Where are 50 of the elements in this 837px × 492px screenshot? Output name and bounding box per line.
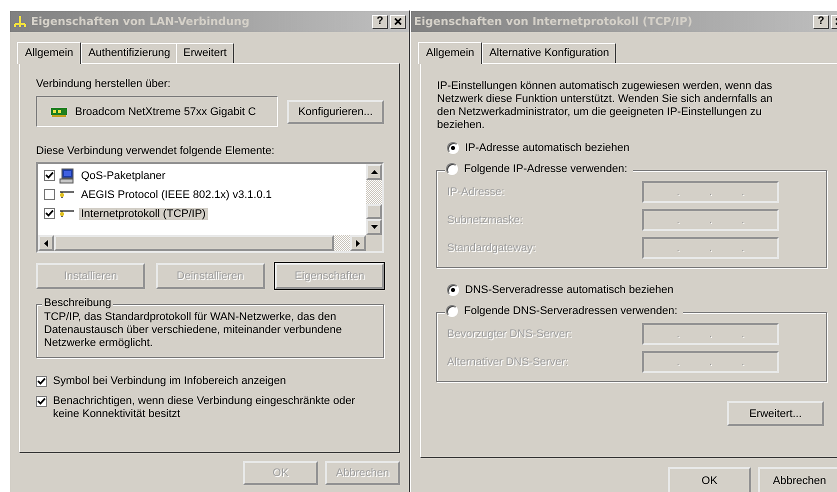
list-item[interactable]: Internetprotokoll (TCP/IP) <box>79 208 208 220</box>
dialog-button[interactable]: Abbrechen <box>758 467 837 492</box>
protocol-icon <box>59 188 75 200</box>
up-arrow-icon <box>370 170 378 174</box>
tab[interactable]: Authentifizierung <box>81 43 178 63</box>
checkbox[interactable] <box>44 170 55 181</box>
scroll-thumb[interactable] <box>366 204 382 219</box>
checkbox[interactable] <box>44 189 55 200</box>
option-label: Symbol bei Verbindung im Infobereich anzeigen <box>53 375 286 388</box>
dialog-button[interactable]: OK <box>668 467 751 492</box>
description-text: TCP/IP, das Standardprotokoll für WAN-Netzwerke, das den Datenaustausch über verschiedene, miteinander verbundene Netzwerke ermöglicht. <box>44 311 343 350</box>
network-icon <box>13 14 27 28</box>
option-label: Benachrichtigen, wenn diese Verbindung eingeschränkte oder keine Konnektivität besitzt <box>53 395 356 421</box>
radio-label: DNS-Serveradresse automatisch beziehen <box>465 284 674 296</box>
vertical-scrollbar[interactable] <box>366 164 382 235</box>
adapter-name: Broadcom NetXtreme 57xx Gigabit C <box>75 106 256 118</box>
radio-label: IP-Adresse automatisch beziehen <box>465 142 630 154</box>
radio-label: Folgende DNS-Serveradressen verwenden: <box>464 305 678 317</box>
components-label: Diese Verbindung verwendet folgende Elemente: <box>36 145 276 157</box>
network-card-icon <box>51 106 67 118</box>
protocol-icon <box>59 208 75 220</box>
advanced-button[interactable]: Erweitert... <box>727 401 824 426</box>
close-button[interactable] <box>390 14 406 28</box>
checkbox[interactable] <box>36 376 47 387</box>
left-arrow-icon <box>44 240 48 246</box>
tab[interactable]: Erweitert <box>176 43 234 63</box>
radio-button[interactable] <box>447 142 459 154</box>
list-item[interactable]: AEGIS Protocol (IEEE 802.1x) v3.1.0.1 <box>79 188 274 200</box>
tab[interactable]: Alternative Konfiguration <box>482 43 616 63</box>
right-arrow-icon <box>356 240 360 246</box>
radio-label: Folgende IP-Adresse verwenden: <box>464 163 628 175</box>
checkbox[interactable] <box>36 396 47 407</box>
radio-button[interactable] <box>447 284 459 296</box>
configure-button[interactable]: Konfigurieren... <box>287 100 384 124</box>
radio-button[interactable] <box>446 163 458 175</box>
list-item[interactable]: QoS-Paketplaner <box>79 170 168 182</box>
tab[interactable]: Allgemein <box>418 42 482 64</box>
radio-button[interactable] <box>446 305 458 317</box>
group-title: Beschreibung <box>42 297 114 309</box>
help-button[interactable]: ? <box>372 14 388 28</box>
window-title: Eigenschaften von LAN-Verbindung <box>31 15 251 28</box>
intro-text: IP-Einstellungen können automatisch zugewiesen werden, wenn das Netzwerk diese Funktion unterstützt. Wenden Sie sich andernfalls an den Netzwerkadministrator, um die geeigneten IP-Einstellungen zu beziehen. <box>437 80 774 132</box>
help-button[interactable]: ? <box>813 14 829 28</box>
down-arrow-icon <box>370 225 378 229</box>
computer-icon <box>59 168 75 184</box>
connect-label: Verbindung herstellen über: <box>36 78 172 90</box>
scrollbar-corner <box>366 235 382 251</box>
tab[interactable]: Allgemein <box>17 42 82 64</box>
close-icon <box>394 18 402 25</box>
checkbox[interactable] <box>44 208 55 219</box>
